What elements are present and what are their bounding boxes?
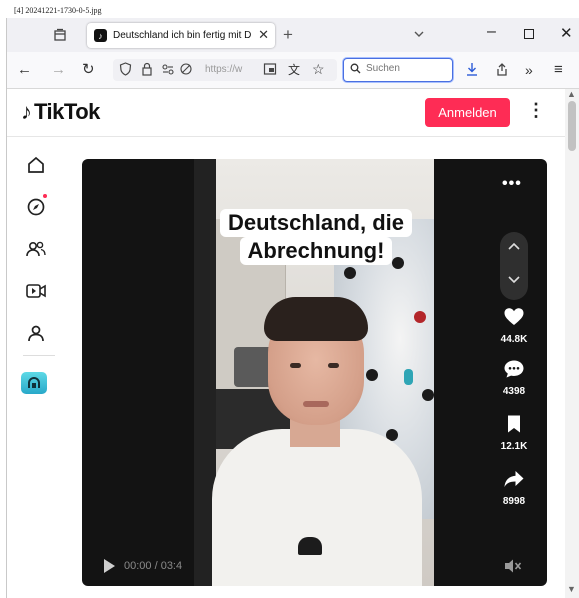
play-icon[interactable] <box>102 558 116 578</box>
translate-icon[interactable]: 文 <box>288 62 300 78</box>
video-more-icon[interactable]: ••• <box>502 175 522 193</box>
bookmark-star-icon[interactable]: ☆ <box>312 61 325 77</box>
heart-icon <box>504 308 524 325</box>
bookmark-icon <box>508 415 520 433</box>
home-icon[interactable] <box>24 153 48 177</box>
live-icon[interactable] <box>24 279 48 303</box>
reader-view-icon[interactable] <box>263 62 277 80</box>
search-icon <box>350 63 361 77</box>
permissions-icon[interactable] <box>161 62 175 80</box>
video-navigation <box>500 232 528 300</box>
scroll-thumb[interactable] <box>568 101 576 151</box>
url-bar[interactable]: https://w 文 ☆ <box>113 59 337 81</box>
next-video-icon[interactable] <box>507 274 521 288</box>
tab-list-icon[interactable] <box>51 26 69 44</box>
active-tab[interactable]: ♪ Deutschland ich bin fertig mit D ✕ <box>87 23 275 48</box>
overflow-icon[interactable]: » <box>525 62 533 78</box>
creator-tools-icon[interactable] <box>21 372 47 394</box>
save-button[interactable]: 12.1K <box>490 414 538 452</box>
following-icon[interactable] <box>24 237 48 261</box>
downloads-icon[interactable] <box>465 62 479 81</box>
caption-line-2: Abrechnung! <box>239 237 393 265</box>
search-input[interactable] <box>366 63 446 74</box>
scroll-up-icon[interactable]: ▲ <box>567 89 576 99</box>
more-options-icon[interactable]: ⋮ <box>527 100 545 121</box>
logo-text: TikTok <box>34 99 100 124</box>
tiktok-header: ♪ TikTok Anmelden ⋮ <box>7 89 565 137</box>
notification-dot <box>43 194 47 198</box>
tiktok-note-icon: ♪ <box>21 99 32 124</box>
page-content: ♪ TikTok Anmelden ⋮ Deutschland, die Abr… <box>7 89 565 598</box>
tracking-off-icon[interactable] <box>179 62 193 80</box>
sidebar-divider <box>23 355 55 356</box>
tiktok-logo[interactable]: ♪ TikTok <box>21 99 100 125</box>
close-tab-icon[interactable]: ✕ <box>258 27 269 43</box>
minimize-icon[interactable]: – <box>487 23 496 41</box>
tab-strip: ♪ Deutschland ich bin fertig mit D ✕ + –… <box>7 18 579 52</box>
previous-video-icon[interactable] <box>507 240 521 254</box>
share-count: 8998 <box>502 496 526 507</box>
video-player[interactable]: Deutschland, die Abrechnung! ••• 44.8K 4… <box>82 159 547 586</box>
page-scrollbar[interactable]: ▲ ▼ <box>565 89 579 598</box>
shield-icon[interactable] <box>119 62 132 80</box>
mute-icon[interactable] <box>504 558 522 577</box>
video-time: 00:00 / 03:4 <box>124 560 183 572</box>
menu-icon[interactable]: ≡ <box>554 62 563 78</box>
url-text: https://w <box>205 64 243 75</box>
lock-icon[interactable] <box>141 62 153 80</box>
like-button[interactable]: 44.8K <box>490 307 538 345</box>
reload-icon[interactable]: ↻ <box>82 62 95 78</box>
like-count: 44.8K <box>500 334 528 345</box>
share-icon[interactable] <box>495 62 509 81</box>
chevron-down-icon[interactable] <box>413 26 425 44</box>
save-count: 12.1K <box>500 441 528 452</box>
video-controls: 00:00 / 03:4 <box>82 549 547 586</box>
maximize-icon[interactable] <box>524 29 534 39</box>
login-button[interactable]: Anmelden <box>425 98 510 127</box>
new-tab-icon[interactable]: + <box>283 25 293 45</box>
screenshot-frame: [4] 20241221-1730-0-5.jpg ♪ Deutschland … <box>0 0 579 598</box>
tiktok-sidebar <box>7 137 67 598</box>
search-box[interactable] <box>343 58 453 82</box>
window-close-icon[interactable]: ✕ <box>560 24 573 42</box>
explore-icon[interactable] <box>24 194 48 219</box>
comment-button[interactable]: 4398 <box>490 359 538 397</box>
profile-icon[interactable] <box>24 321 48 345</box>
navigation-bar: ← → ↻ https://w 文 ☆ Suchen » ≡ <box>7 52 579 89</box>
forward-icon[interactable]: → <box>51 62 66 78</box>
back-icon[interactable]: ← <box>17 62 32 78</box>
share-button[interactable]: 8998 <box>490 469 538 507</box>
comment-icon <box>504 360 524 378</box>
comment-count: 4398 <box>502 386 526 397</box>
share-arrow-icon <box>504 471 524 487</box>
tab-title: Deutschland ich bin fertig mit D <box>113 30 252 41</box>
video-caption: Deutschland, die Abrechnung! <box>209 206 423 268</box>
scroll-down-icon[interactable]: ▼ <box>567 584 576 594</box>
tiktok-favicon-icon: ♪ <box>94 29 107 42</box>
caption-line-1: Deutschland, die <box>219 209 413 237</box>
file-label: [4] 20241221-1730-0-5.jpg <box>14 6 102 15</box>
